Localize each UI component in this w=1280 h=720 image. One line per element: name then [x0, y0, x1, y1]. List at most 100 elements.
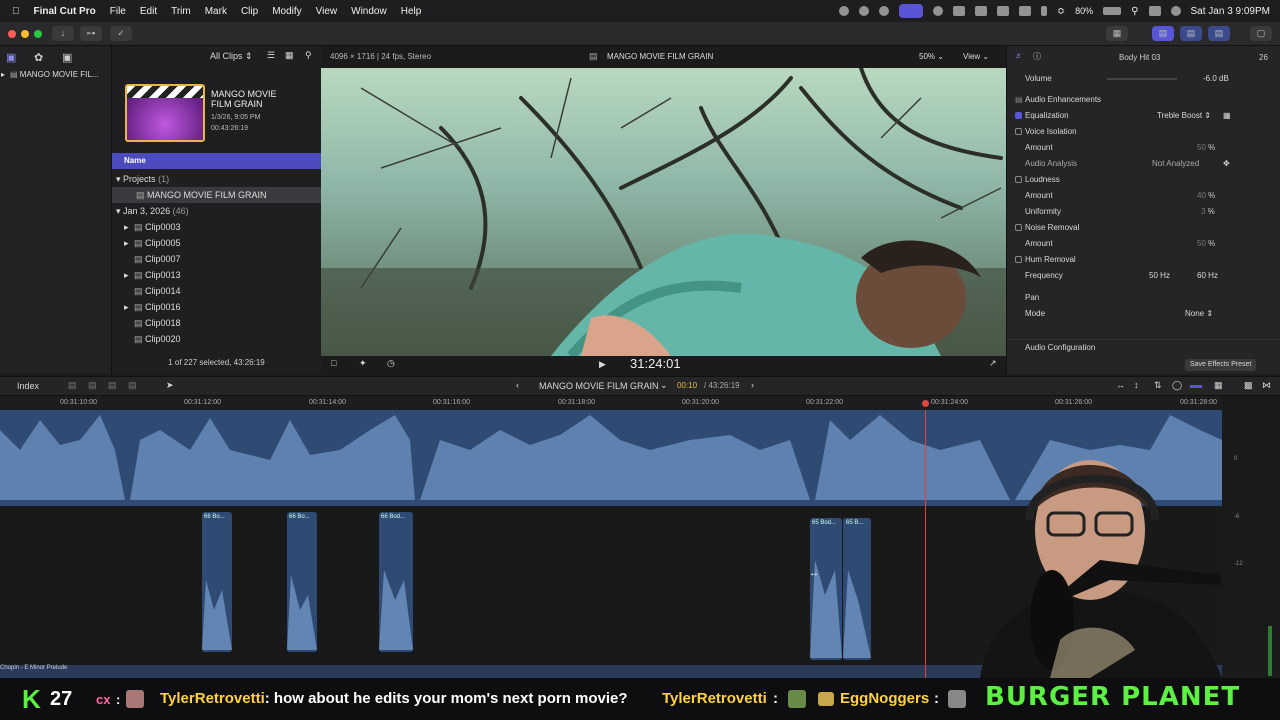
zoom-window-button[interactable] [34, 30, 42, 38]
disclosure-triangle-icon[interactable]: ▸ [124, 299, 134, 315]
screen-share-icon[interactable] [898, 4, 923, 18]
overwrite-clip-icon[interactable]: ▤ [128, 380, 137, 391]
index-button[interactable]: Index [17, 381, 39, 391]
spotlight-search-icon[interactable]: ⚲ [1131, 6, 1138, 17]
minimize-window-button[interactable] [21, 30, 29, 38]
menu-modify[interactable]: Modify [272, 6, 301, 17]
battery-icon[interactable] [1103, 7, 1122, 15]
background-tasks-icon[interactable]: ✓ [110, 26, 132, 41]
menu-mark[interactable]: Mark [205, 6, 227, 17]
loudness-checkbox[interactable] [1015, 176, 1022, 183]
clip-row[interactable]: ▸ ▤ Clip0013 [112, 267, 321, 283]
volume-value[interactable]: -6.0 dB [1203, 71, 1229, 87]
menu-window[interactable]: Window [351, 6, 387, 17]
playhead[interactable] [925, 410, 926, 678]
project-list-item[interactable]: ▤ MANGO MOVIE FILM GRAIN [112, 187, 321, 203]
monitor-icon[interactable] [996, 6, 1009, 16]
clip-row[interactable]: ▸ ▤ Clip0005 [112, 235, 321, 251]
creative-cloud-icon[interactable] [878, 6, 889, 16]
inspector-toggle-icon[interactable]: ▤ [1208, 26, 1230, 41]
history-back-icon[interactable]: ‹ [516, 380, 519, 390]
history-forward-icon[interactable]: › [751, 380, 754, 390]
mode-dropdown[interactable]: None ⇕ [1185, 306, 1213, 322]
equalization-dropdown[interactable]: Treble Boost ⇕ [1157, 108, 1211, 124]
select-tool-icon[interactable]: ➤ [166, 380, 174, 391]
speed-icon[interactable]: ◷ [387, 358, 395, 369]
clip-row[interactable]: ▤ Clip0020 [112, 331, 321, 347]
clip-row[interactable]: ▸ ▤ Clip0016 [112, 299, 321, 315]
transitions-browser-icon[interactable]: ⋈ [1262, 380, 1271, 391]
fullscreen-icon[interactable]: ▢ [1250, 26, 1272, 41]
nr-amount-value[interactable]: 50 % [1197, 236, 1215, 252]
clock[interactable]: Sat Jan 3 9:09PM [1191, 6, 1271, 17]
audio-enhancements-header[interactable]: ▤ Audio Enhancements [1007, 92, 1280, 108]
snapping-icon[interactable] [1190, 385, 1202, 388]
library-item[interactable]: ▸ ▤ MANGO MOVIE FIL... [0, 68, 111, 82]
view-dropdown[interactable]: View ⌄ [963, 52, 989, 61]
apple-icon[interactable]:  [12, 6, 20, 17]
import-icon[interactable]: ↓ [52, 26, 74, 41]
clip-row[interactable]: ▸ ▤ Clip0003 [112, 219, 321, 235]
wifi-icon[interactable]: ≎ [1057, 6, 1065, 17]
equalizer-icon[interactable]: ▦ [1223, 108, 1231, 124]
save-effects-preset-button[interactable]: Save Effects Preset [1185, 359, 1257, 371]
playhead-marker[interactable] [922, 400, 929, 407]
menu-clip[interactable]: Clip [241, 6, 258, 17]
voice-isolation-checkbox[interactable] [1015, 128, 1022, 135]
analyze-icon[interactable]: ✥ [1223, 156, 1230, 172]
layout-icon[interactable]: ▤ [1152, 26, 1174, 41]
audio-inspector-icon[interactable]: ♬ [1015, 51, 1023, 60]
disclosure-open-icon[interactable]: ▾ [116, 206, 121, 216]
globe-icon[interactable] [838, 6, 849, 16]
audio-configuration-header[interactable]: Audio Configuration [1007, 339, 1280, 355]
pan-header[interactable]: Pan [1007, 290, 1280, 306]
frequency-50-option[interactable]: 50 Hz [1149, 268, 1170, 284]
frequency-60-option[interactable]: 60 Hz [1197, 268, 1218, 284]
clip-row[interactable]: ▤ Clip0014 [112, 283, 321, 299]
solo-icon[interactable]: ⇅ [1154, 380, 1162, 391]
loudness-amount-value[interactable]: 40 % [1197, 188, 1215, 204]
timeline-toggle-icon[interactable]: ▤ [1180, 26, 1202, 41]
enhance-icon[interactable]: ✦ [359, 358, 367, 369]
projects-group[interactable]: ▾ Projects (1) [112, 171, 321, 187]
clip-appearance-icon[interactable]: ▦ [1214, 380, 1223, 391]
insert-clip-icon[interactable]: ▤ [88, 380, 97, 391]
titles-icon[interactable]: ▣ [62, 51, 72, 64]
bluetooth-icon[interactable] [1040, 6, 1047, 16]
uniformity-value[interactable]: 3 % [1201, 204, 1215, 220]
search-icon[interactable]: ⚲ [305, 50, 312, 61]
menu-trim[interactable]: Trim [171, 6, 191, 17]
project-menu-chevron-icon[interactable]: ⌄ [660, 380, 668, 391]
disclosure-triangle-icon[interactable]: ▸ [124, 267, 134, 283]
headphones-icon[interactable]: ◯ [1172, 380, 1182, 391]
keywords-icon[interactable]: ⊶ [80, 26, 102, 41]
equalization-checkbox[interactable] [1015, 112, 1022, 119]
effects-browser-icon[interactable]: ▩ [1244, 380, 1253, 391]
share-icon[interactable]: ▦ [1106, 26, 1128, 41]
list-view-icon[interactable]: ☰ [267, 50, 275, 61]
event-group[interactable]: ▾ Jan 3, 2026 (46) [112, 203, 321, 219]
clip-row[interactable]: ▤ Clip0007 [112, 251, 321, 267]
play-button[interactable]: ▶ [599, 359, 606, 370]
menu-view[interactable]: View [316, 6, 338, 17]
clip-appearance-icon[interactable]: ▦ [285, 50, 294, 61]
skimming-icon[interactable]: ↔ [1116, 380, 1125, 390]
disclosure-triangle-icon[interactable]: ▸ [124, 219, 134, 235]
disclosure-triangle-icon[interactable]: ▸ [1, 68, 5, 82]
project-card[interactable] [125, 84, 205, 142]
clip-filter-dropdown[interactable]: All Clips ⇕ [210, 51, 253, 62]
transform-tool-icon[interactable]: □ [331, 358, 336, 368]
vi-amount-value[interactable]: 50 % [1197, 140, 1215, 156]
noise-removal-checkbox[interactable] [1015, 224, 1022, 231]
zoom-dropdown[interactable]: 50% ⌄ [919, 52, 944, 61]
siri-icon[interactable] [1170, 6, 1181, 16]
libraries-icon[interactable]: ▣ [6, 51, 16, 64]
photos-icon[interactable]: ✿ [34, 51, 43, 64]
info-inspector-icon[interactable]: ⓘ [1033, 51, 1041, 62]
control-center-icon[interactable] [1148, 6, 1161, 16]
disclosure-open-icon[interactable]: ▾ [116, 174, 121, 184]
clip-row[interactable]: ▤ Clip0018 [112, 315, 321, 331]
volume-slider[interactable] [1107, 78, 1177, 80]
menu-help[interactable]: Help [401, 6, 422, 17]
append-clip-icon[interactable]: ▤ [108, 380, 117, 391]
